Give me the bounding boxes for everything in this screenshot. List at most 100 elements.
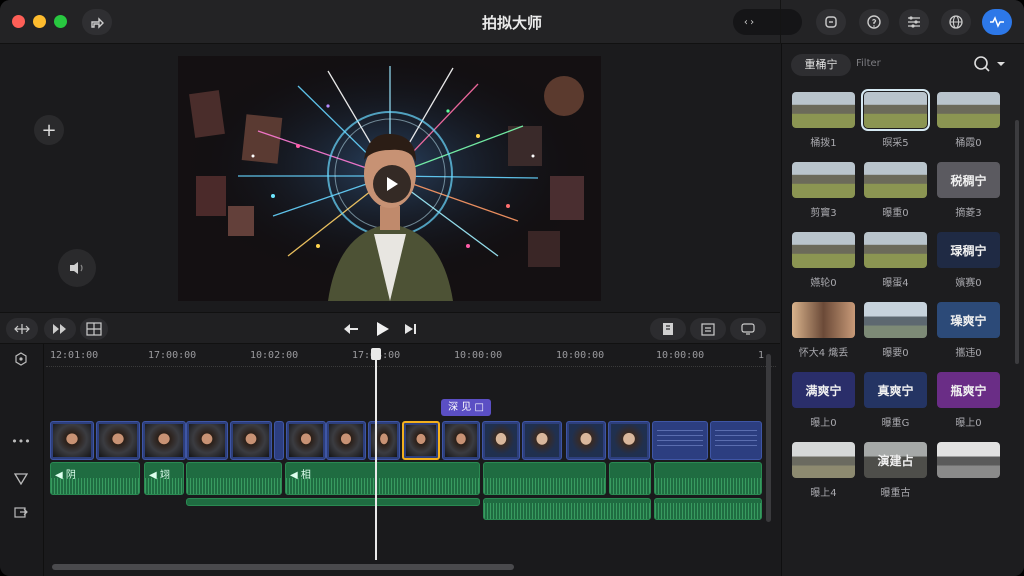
skip-forward-icon [405,324,416,334]
effect-thumbnail[interactable] [864,162,927,198]
effect-label: 曝上4 [810,488,837,499]
effect-thumbnail[interactable] [861,89,930,131]
effect-label: 曝要0 [882,348,909,359]
clip-thumbnail [99,424,137,457]
effect-thumbnail[interactable] [937,442,1000,478]
video-clip[interactable] [368,421,400,460]
language-button[interactable] [941,9,971,35]
clip-settings-button[interactable] [690,318,726,340]
output-display-button[interactable] [730,318,766,340]
audio-clip[interactable]: ◀ 翊 [144,462,184,495]
preview-play-button[interactable] [373,165,411,203]
effect-thumbnail[interactable] [792,162,855,198]
step-back-button[interactable] [336,318,366,340]
audio-clip[interactable] [186,498,480,506]
video-clip[interactable] [96,421,140,460]
video-preview[interactable] [178,56,601,301]
effects-panel: 重桶宁 Filter 桶拨1 暝采5 桶霞0 剪竇3 曝重0 税稠宁 摘菱3 嬿轮0 曝蛋4 琭稠… [781,44,1024,576]
video-clip[interactable] [142,421,186,460]
search-button[interactable] [973,55,1007,76]
play-button[interactable] [370,318,394,340]
adjustments-button[interactable] [899,9,929,35]
title-clip[interactable]: 深 见 □ [441,399,491,416]
effects-category-tab[interactable]: 重桶宁 [791,54,851,76]
audio-clip[interactable] [654,498,762,520]
audio-clip[interactable] [609,462,651,495]
grid-view-button[interactable] [80,318,108,340]
collapse-track-button[interactable] [10,468,32,490]
effect-thumbnail[interactable]: 真爽宁 [864,372,927,408]
video-clip[interactable] [522,421,562,460]
audio-clip[interactable] [483,498,651,520]
effect-label: 摘菱3 [955,208,982,219]
time-ruler[interactable]: 12:01:00 17:00:00 10:02:00 17:04:00 10:0… [46,344,780,368]
split-icon [14,324,30,334]
add-media-button[interactable]: + [34,115,64,145]
step-forward-button[interactable] [398,318,424,340]
effect-thumbnail[interactable]: 税稠宁 [937,162,1000,198]
video-clip[interactable] [566,421,606,460]
video-clip[interactable] [326,421,366,460]
timeline[interactable]: ••• 12:01:00 17:00:00 10:02:00 17:04:00 … [0,344,780,576]
audio-clip[interactable]: ◀ 相 [285,462,480,495]
video-clip[interactable] [442,421,480,460]
effect-thumbnail[interactable] [792,302,855,338]
effect-label: 曝重G [881,418,910,429]
video-clip[interactable] [286,421,326,460]
clip-thumbnail [569,424,603,457]
effect-title-text: 真爽宁 [877,383,914,398]
help-button[interactable] [859,9,889,35]
text-clip-preview [657,430,703,450]
timeline-horizontal-scrollbar[interactable] [52,564,514,570]
split-tool-button[interactable] [6,318,38,340]
effect-label: 桶霞0 [955,138,982,149]
effect-title-text: 税稠宁 [950,173,987,188]
playhead[interactable] [375,350,377,560]
video-clip[interactable] [608,421,650,460]
effect-thumbnail[interactable]: 瓶爽宁 [937,372,1000,408]
effect-thumbnail[interactable] [792,442,855,478]
video-clip[interactable] [482,421,520,460]
video-clip[interactable] [402,421,440,460]
audio-clip[interactable] [186,462,282,495]
sync-button[interactable] [816,9,846,35]
effect-thumbnail[interactable] [792,92,855,128]
timeline-settings-button[interactable] [10,348,32,370]
code-view-toggle[interactable]: ‹› [733,9,802,35]
effect-thumbnail[interactable] [864,302,927,338]
audio-wave-button[interactable] [982,9,1012,35]
effect-thumbnail[interactable]: 璪爽宁 [937,302,1000,338]
effect-thumbnail[interactable]: 琭稠宁 [937,232,1000,268]
track-more-button[interactable]: ••• [10,430,32,452]
effect-thumbnail[interactable] [937,92,1000,128]
audio-clip[interactable] [483,462,606,495]
effect-thumbnail[interactable]: 满爽宁 [792,372,855,408]
effects-scrollbar[interactable] [1015,120,1019,364]
timeline-vertical-scrollbar[interactable] [766,354,771,522]
video-clip[interactable] [230,421,272,460]
ruler-tick: 10:02:00 [250,350,299,361]
video-clip[interactable] [274,421,284,460]
video-clip[interactable] [50,421,94,460]
effect-thumbnail[interactable] [864,232,927,268]
audio-clip[interactable] [654,462,762,495]
effect-thumbnail[interactable]: 演建占 [864,442,927,478]
effect-label: 嬪赛0 [955,278,982,289]
effect-label: 曝上0 [955,418,982,429]
video-clip[interactable] [186,421,228,460]
video-clip[interactable] [710,421,762,460]
ripple-tool-button[interactable] [44,318,76,340]
clip-thumbnail [145,424,183,457]
clip-thumbnail [53,424,91,457]
effect-thumbnail[interactable] [792,232,855,268]
clip-thumbnail [233,424,269,457]
video-clip[interactable] [652,421,708,460]
transport-bar [0,312,780,344]
marker-button[interactable] [650,318,686,340]
volume-button[interactable] [58,249,96,287]
audio-clip[interactable]: ◀ 阴 [50,462,140,495]
waveform [484,478,605,494]
filter-label[interactable]: Filter [856,58,881,69]
detach-audio-button[interactable] [10,501,32,523]
effect-label: 曝蛋4 [882,278,909,289]
